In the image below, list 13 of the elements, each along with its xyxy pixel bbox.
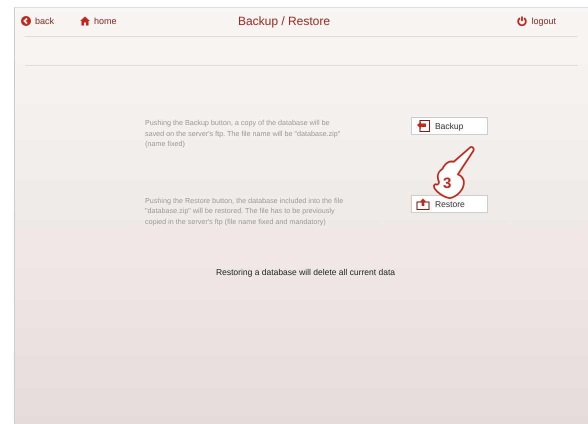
restore-button[interactable]: Restore <box>411 194 488 212</box>
power-icon <box>517 16 528 26</box>
upload-icon <box>416 198 430 210</box>
warning-text: Restoring a database will delete all current data <box>214 267 396 277</box>
reply-arrow-icon <box>416 120 430 132</box>
home-link[interactable]: home <box>80 16 117 26</box>
logout-link[interactable]: logout <box>517 16 556 26</box>
back-link[interactable]: back <box>21 16 54 26</box>
page-title: Backup / Restore <box>236 14 332 28</box>
backup-button[interactable]: Backup <box>411 117 488 135</box>
back-icon <box>21 16 31 26</box>
home-icon <box>80 16 90 26</box>
step-number: 3 <box>443 175 452 192</box>
